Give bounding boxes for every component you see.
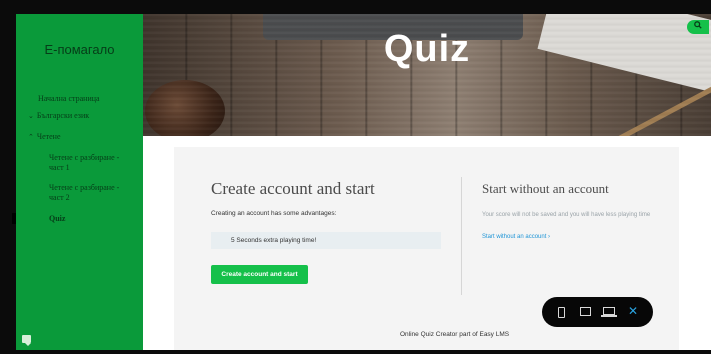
sidebar-item-reading[interactable]: ⌃ Четене <box>28 132 61 142</box>
feedback-icon[interactable] <box>22 335 31 346</box>
active-item-indicator <box>12 213 16 224</box>
device-preview-bar: ✕ <box>542 297 653 327</box>
phone-icon[interactable] <box>558 307 565 318</box>
sidebar-item-home[interactable]: Начална страница <box>38 94 100 104</box>
sidebar: Е-помагало Начална страница ⌄ Български е… <box>12 14 143 350</box>
sidebar-item-label: Начална страница <box>38 94 100 103</box>
advantage-box: 5 Seconds extra playing time! <box>211 232 441 249</box>
sidebar-item-label: Четене <box>36 132 61 141</box>
chevron-up-icon: ⌃ <box>28 133 34 141</box>
sidebar-item-label: Български език <box>36 111 90 120</box>
sidebar-item-bulgarian[interactable]: ⌄ Български език <box>28 111 89 121</box>
laptop-icon[interactable] <box>601 307 617 317</box>
sidebar-item-label: Четене с разбиране - част 1 <box>49 153 120 172</box>
advantages-intro: Creating an account has some advantages: <box>211 210 337 217</box>
sidebar-item-reading-part-1[interactable]: Четене с разбиране - част 1 <box>49 153 129 173</box>
advantage-text: 5 Seconds extra playing time! <box>231 237 317 244</box>
chevron-down-icon: ⌄ <box>28 112 34 120</box>
no-account-note: Your score will not be saved and you wil… <box>482 212 651 218</box>
sidebar-item-quiz[interactable]: Quiz <box>49 214 65 224</box>
create-account-button[interactable]: Create account and start <box>211 265 308 284</box>
page-title: Quiz <box>383 28 471 70</box>
sidebar-item-reading-part-2[interactable]: Четене с разбиране - част 2 <box>49 183 129 203</box>
tablet-icon[interactable] <box>580 307 591 316</box>
sidebar-item-label: Quiz <box>49 214 66 223</box>
divider <box>461 177 462 295</box>
powered-by-footer[interactable]: Online Quiz Creator part of Easy LMS <box>400 331 509 338</box>
start-without-account-heading: Start without an account <box>482 181 609 196</box>
site-title[interactable]: Е-помагало <box>16 42 143 57</box>
sidebar-item-label: Четене с разбиране - част 2 <box>49 183 120 202</box>
start-without-account-link[interactable]: Start without an account › <box>482 234 550 240</box>
hero-banner: Quiz <box>143 14 711 136</box>
close-icon[interactable]: ✕ <box>628 304 638 318</box>
create-account-heading: Create account and start <box>211 179 375 198</box>
search-icon <box>694 21 702 31</box>
search-button[interactable] <box>687 20 709 34</box>
